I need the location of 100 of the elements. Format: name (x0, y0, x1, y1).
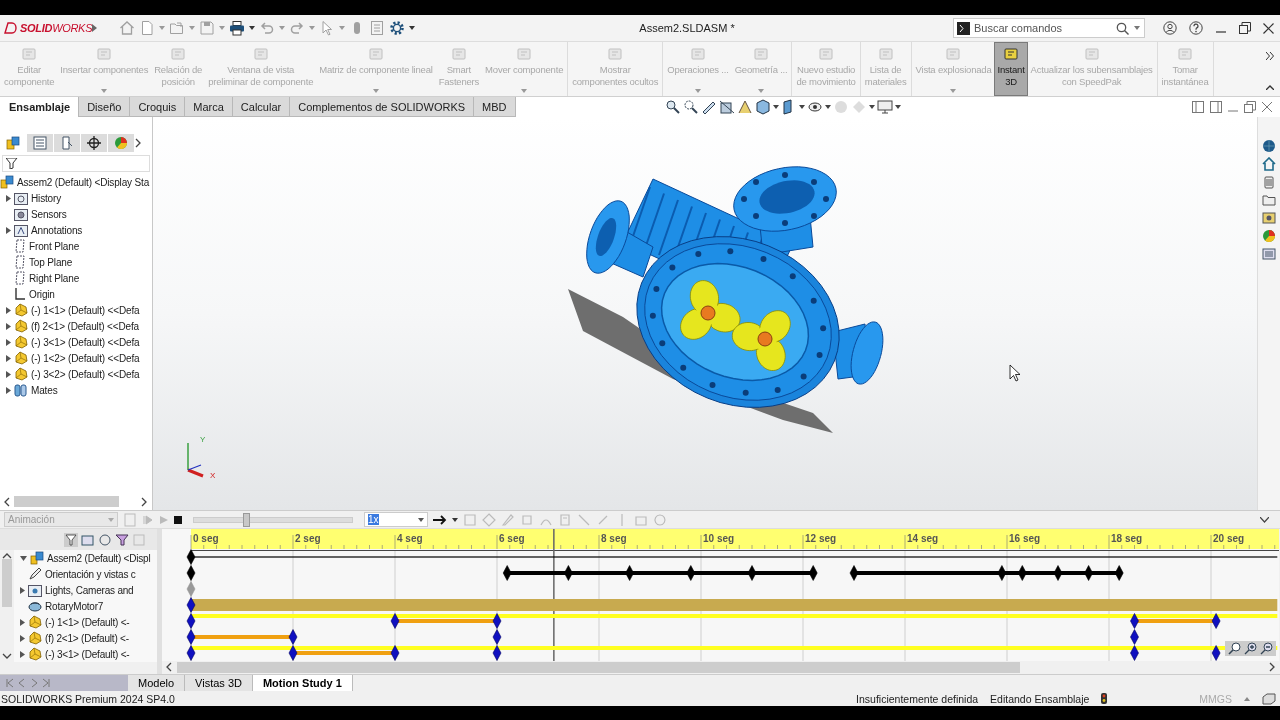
study-tab[interactable]: Vistas 3D (185, 675, 253, 691)
section-view-icon[interactable] (718, 99, 735, 115)
restore-icon[interactable] (1239, 22, 1251, 34)
filter-animated-icon[interactable] (81, 532, 95, 547)
printer-icon[interactable] (229, 20, 245, 36)
tree-item[interactable]: Mates (31, 384, 58, 396)
filter-selected-icon[interactable] (115, 532, 129, 547)
tree-item[interactable]: (-) 3<2> (Default) <<Defa (31, 368, 140, 380)
appearance-ball-icon[interactable] (1262, 229, 1276, 243)
scrollbar-thumb[interactable] (177, 661, 1020, 673)
expand-arrow-icon[interactable] (20, 618, 25, 626)
expand-arrow-icon[interactable] (6, 354, 11, 362)
ribbon-tab[interactable]: Complementos de SOLIDWORKS (289, 97, 475, 117)
more-tools-icon[interactable] (1266, 52, 1274, 60)
tree-item[interactable]: Front Plane (29, 240, 80, 252)
caret-icon[interactable] (894, 105, 901, 109)
caret-icon[interactable] (418, 517, 424, 522)
stop-icon[interactable] (174, 515, 182, 524)
view-cube-icon[interactable] (754, 99, 771, 115)
tree-item[interactable]: Top Plane (29, 256, 73, 268)
keyframe-track[interactable] (186, 613, 1278, 629)
scroll-left-icon[interactable] (4, 496, 11, 507)
view-palette-icon[interactable] (1262, 211, 1276, 225)
keyframe-track[interactable] (186, 597, 1278, 613)
motion-tree-item[interactable]: (-) 1<1> (Default) <- (45, 616, 130, 628)
expand-arrow-icon[interactable] (6, 306, 11, 314)
help-icon[interactable] (1189, 21, 1203, 35)
search-icon[interactable] (1116, 21, 1129, 35)
zoom-area-icon[interactable] (682, 99, 699, 115)
caret-icon[interactable] (249, 26, 255, 30)
collapse-panel-icon[interactable] (1260, 516, 1269, 523)
scrollbar-thumb[interactable] (14, 496, 119, 507)
expand-arrow-icon[interactable] (20, 634, 25, 642)
filter-icon[interactable] (64, 532, 78, 547)
home-icon[interactable] (1262, 157, 1276, 171)
previous-view-icon[interactable] (700, 99, 717, 115)
zoom-out-icon[interactable] (1260, 642, 1273, 655)
tree-item[interactable]: (-) 3<1> (Default) <<Defa (31, 336, 140, 348)
zoom-in-icon[interactable] (1244, 642, 1257, 655)
dock-right-icon[interactable] (1210, 101, 1222, 113)
zoom-fit-icon[interactable] (1228, 642, 1241, 655)
user-account-icon[interactable] (1163, 21, 1177, 35)
scroll-right-icon[interactable] (141, 496, 148, 507)
monitor-icon[interactable] (876, 99, 893, 115)
tree-item[interactable]: Annotations (31, 224, 83, 236)
keyframe-track[interactable] (186, 645, 1278, 661)
tree-item[interactable]: (-) 1<1> (Default) <<Defa (31, 304, 140, 316)
more-tabs-icon[interactable] (135, 138, 142, 148)
ribbon-tab[interactable]: Croquis (129, 97, 186, 117)
dynamic-annotation-icon[interactable] (736, 99, 753, 115)
keyframe-track[interactable] (186, 629, 1139, 645)
caret-icon[interactable] (824, 105, 831, 109)
close-icon[interactable] (1263, 22, 1274, 34)
expand-menu-icon[interactable] (92, 24, 97, 32)
expand-arrow-icon[interactable] (6, 370, 11, 378)
expand-arrow-icon[interactable] (6, 338, 11, 346)
collapse-ribbon-icon[interactable] (1266, 85, 1274, 90)
hide-show-icon[interactable] (806, 99, 823, 115)
tree-item[interactable]: History (31, 192, 62, 204)
caret-up-icon[interactable] (1244, 696, 1250, 701)
dock-left-icon[interactable] (1192, 101, 1204, 113)
toolbar-button[interactable]: Instant 3D (994, 42, 1028, 96)
motion-tree-item[interactable]: (-) 3<1> (Default) <- (45, 648, 130, 660)
ribbon-tab[interactable]: MBD (473, 97, 516, 117)
expand-arrow-icon[interactable] (6, 322, 11, 330)
scroll-left-icon[interactable] (166, 662, 173, 672)
playback-mode-icon[interactable] (433, 514, 447, 525)
tree-item[interactable]: (f) 2<1> (Default) <<Defa (31, 320, 139, 332)
playback-speed-dropdown[interactable]: 1x (364, 512, 428, 527)
tree-item[interactable]: Origin (29, 288, 55, 300)
play-from-start-icon[interactable] (142, 513, 154, 526)
motion-tree-item[interactable]: (f) 2<1> (Default) <- (45, 632, 129, 644)
ribbon-tab[interactable]: Calcular (231, 97, 291, 117)
settings-icon[interactable] (389, 20, 405, 36)
motion-tree-item[interactable]: Lights, Cameras and (45, 584, 134, 596)
expand-arrow-icon[interactable] (20, 650, 25, 658)
expand-arrow-icon[interactable] (6, 194, 11, 202)
tree-item[interactable]: Sensors (31, 208, 67, 220)
scroll-down-icon[interactable] (2, 653, 12, 659)
scroll-up-icon[interactable] (2, 553, 12, 559)
scrollbar-thumb[interactable] (2, 559, 12, 607)
tree-item[interactable]: (-) 1<2> (Default) <<Defa (31, 352, 140, 364)
keyframe-track[interactable] (186, 549, 1278, 565)
filter-driving-icon[interactable] (98, 532, 112, 547)
tree-item[interactable]: Right Plane (29, 272, 80, 284)
motion-tree-item[interactable]: Assem2 (Default) <Displ (47, 552, 151, 564)
filter-field[interactable] (2, 155, 150, 172)
expand-arrow-icon[interactable] (6, 386, 11, 394)
caret-icon[interactable] (452, 517, 458, 522)
filter-icon[interactable] (6, 158, 18, 169)
expand-arrow-icon[interactable] (20, 586, 25, 594)
study-tab[interactable]: Modelo (128, 675, 186, 691)
study-tab[interactable]: Motion Study 1 (252, 675, 353, 691)
scroll-right-icon[interactable] (1269, 662, 1276, 672)
globe-icon[interactable] (1262, 139, 1276, 153)
caret-icon[interactable] (868, 105, 875, 109)
folder-icon[interactable] (1262, 193, 1276, 207)
caret-icon[interactable] (409, 26, 415, 30)
slider-thumb[interactable] (243, 512, 251, 527)
ribbon-tab[interactable]: Diseño (78, 97, 131, 117)
